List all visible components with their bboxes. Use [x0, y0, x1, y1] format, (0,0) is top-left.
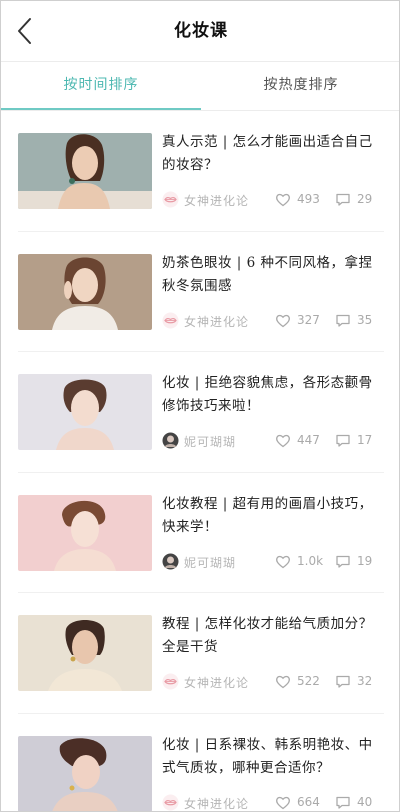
likes-count: 447: [297, 433, 320, 447]
author-name[interactable]: 妮可瑚瑚: [184, 554, 236, 571]
header: 化妆课: [1, 1, 399, 61]
author-name[interactable]: 女神进化论: [184, 192, 249, 209]
brand-lips-icon: [162, 312, 179, 328]
comments-count: 32: [357, 674, 373, 688]
author-name[interactable]: 女神进化论: [184, 795, 249, 812]
tab-sort-by-time[interactable]: 按时间排序: [1, 62, 201, 110]
article-item[interactable]: 奶茶色眼妆 | 6 种不同风格，拿捏秋冬氛围感 女神进化论 327 35: [1, 232, 399, 352]
author-name[interactable]: 妮可瑚瑚: [184, 433, 236, 450]
article-item[interactable]: 教程 | 怎样化妆才能给气质加分？全是干货 女神进化论 522 32: [1, 593, 399, 714]
article-item[interactable]: 真人示范 | 怎么才能画出适合自己的妆容？ 女神进化论 493 29: [1, 111, 399, 232]
heart-icon[interactable]: [275, 192, 291, 207]
article-title: 化妆 | 拒绝容貌焦虑，各形态颧骨修饰技巧来啦！: [162, 375, 373, 414]
article-item[interactable]: 化妆教程 | 超有用的画眉小技巧，快来学！ 妮可瑚瑚 1.0k 19: [1, 473, 399, 593]
article-title: 化妆 | 日系裸妆、韩系明艳妆、中式气质妆，哪种更合适你？: [162, 736, 373, 776]
article-thumbnail: [18, 374, 152, 450]
article-meta: 女神进化论 493 29: [162, 191, 386, 209]
article-meta: 妮可瑚瑚 447 17: [162, 432, 386, 450]
sort-tabs: 按时间排序 按热度排序: [1, 62, 399, 110]
heart-icon[interactable]: [275, 674, 291, 689]
user-avatar-icon: [162, 553, 179, 569]
heart-icon[interactable]: [275, 313, 291, 328]
article-title: 奶茶色眼妆 | 6 种不同风格，拿捏秋冬氛围感: [162, 254, 373, 294]
comments-count: 35: [357, 312, 373, 327]
likes-count: 493: [297, 192, 320, 206]
likes-count: 664: [297, 794, 320, 809]
article-thumbnail: [18, 735, 152, 811]
comments-count: 29: [357, 192, 373, 206]
article-title: 化妆教程 | 超有用的画眉小技巧，快来学！: [162, 495, 373, 535]
article-meta: 妮可瑚瑚 1.0k 19: [162, 553, 386, 571]
comments-count: 19: [357, 553, 373, 568]
comments-count: 17: [357, 433, 373, 447]
likes-count: 327: [297, 312, 320, 327]
author-name[interactable]: 女神进化论: [184, 313, 249, 330]
article-title: 真人示范 | 怎么才能画出适合自己的妆容？: [162, 134, 373, 173]
heart-icon[interactable]: [275, 795, 291, 810]
brand-lips-icon: [162, 191, 179, 208]
brand-lips-icon: [162, 673, 179, 690]
comment-icon[interactable]: [335, 192, 351, 207]
user-avatar-icon: [162, 432, 179, 449]
comment-icon[interactable]: [335, 313, 351, 328]
article-list: 真人示范 | 怎么才能画出适合自己的妆容？ 女神进化论 493 29 奶茶色眼妆…: [1, 111, 399, 812]
heart-icon[interactable]: [275, 433, 291, 448]
page-title: 化妆课: [174, 21, 228, 41]
article-thumbnail: [18, 253, 152, 330]
article-meta: 女神进化论 327 35: [162, 312, 386, 330]
article-thumbnail: [18, 494, 152, 571]
comment-icon[interactable]: [335, 433, 351, 448]
brand-lips-icon: [162, 794, 179, 810]
comment-icon[interactable]: [335, 674, 351, 689]
likes-count: 1.0k: [297, 553, 324, 568]
comment-icon[interactable]: [335, 554, 351, 569]
author-name[interactable]: 女神进化论: [184, 674, 249, 691]
article-meta: 女神进化论 664 40: [162, 794, 386, 812]
article-meta: 女神进化论 522 32: [162, 673, 386, 691]
article-thumbnail: [18, 615, 152, 691]
article-title: 教程 | 怎样化妆才能给气质加分？全是干货: [162, 616, 373, 655]
likes-count: 522: [297, 674, 320, 688]
tab-sort-by-popularity[interactable]: 按热度排序: [201, 62, 399, 110]
article-item[interactable]: 化妆 | 日系裸妆、韩系明艳妆、中式气质妆，哪种更合适你？ 女神进化论 664 …: [1, 714, 399, 812]
comment-icon[interactable]: [335, 795, 351, 810]
heart-icon[interactable]: [275, 554, 291, 569]
article-item[interactable]: 化妆 | 拒绝容貌焦虑，各形态颧骨修饰技巧来啦！ 妮可瑚瑚 447 17: [1, 352, 399, 473]
comments-count: 40: [357, 794, 373, 809]
article-thumbnail: [18, 133, 152, 209]
app-screen: 化妆课 按时间排序 按热度排序 真人示范 | 怎么才能画出适合自己的妆容？ 女神…: [0, 0, 400, 812]
